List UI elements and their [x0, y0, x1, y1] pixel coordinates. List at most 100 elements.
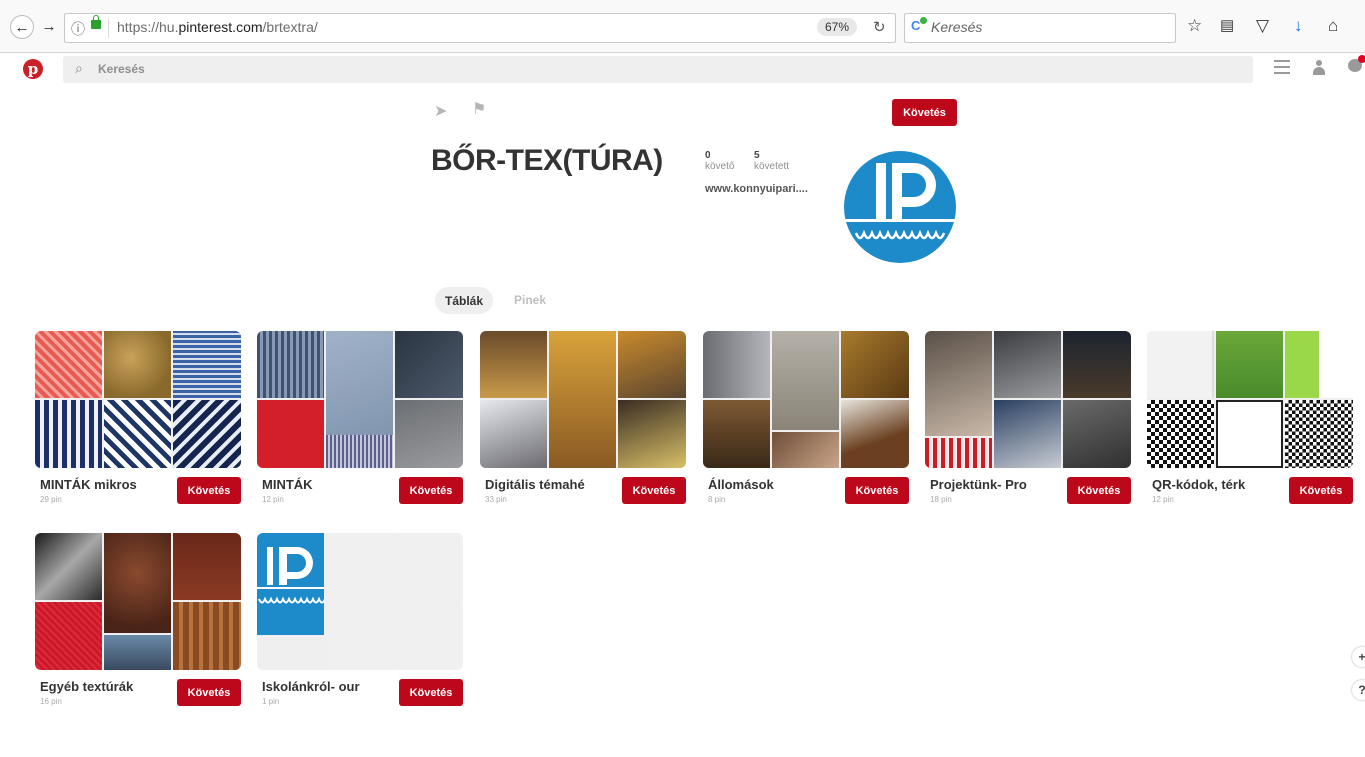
cover-image — [480, 400, 547, 468]
zoom-level-badge[interactable]: 67% — [817, 18, 858, 36]
cover-image — [841, 400, 909, 468]
cover-image — [1285, 331, 1353, 398]
board-follow-button[interactable]: Követés — [177, 477, 241, 504]
board-card[interactable]: QR-kódok, térk 12 pin Követés — [1147, 331, 1353, 511]
cover-image — [257, 400, 324, 468]
add-pin-button[interactable]: + — [1352, 647, 1365, 667]
home-icon[interactable]: ⌂ — [1328, 16, 1338, 36]
board-title[interactable]: QR-kódok, térk — [1152, 477, 1280, 492]
board-title[interactable]: Iskolánkról- our — [262, 679, 390, 694]
board-follow-button[interactable]: Követés — [1289, 477, 1353, 504]
board-pin-count: 33 pin — [485, 495, 507, 504]
info-icon[interactable]: ⓘ — [71, 19, 85, 39]
pinterest-header: p ⌕ Keresés — [0, 53, 1365, 85]
profile-website-link[interactable]: www.konnyuipari.... — [705, 183, 808, 195]
address-bar[interactable]: ⓘ https://hu.pinterest.com/brtextra/ 67%… — [64, 13, 896, 43]
pocket-icon[interactable]: ▽ — [1256, 16, 1269, 36]
tab-pins[interactable]: Pinek — [514, 293, 546, 307]
cover-image — [618, 331, 686, 398]
board-cover[interactable] — [480, 331, 686, 468]
board-cover[interactable] — [35, 533, 241, 670]
board-follow-button[interactable]: Követés — [622, 477, 686, 504]
board-cover[interactable] — [257, 533, 463, 670]
board-pin-count: 29 pin — [40, 495, 62, 504]
board-pin-count: 16 pin — [40, 697, 62, 706]
cover-image — [772, 432, 839, 468]
board-title[interactable]: Projektünk- Pro — [930, 477, 1058, 492]
board-cover[interactable] — [703, 331, 909, 468]
following-label: követett — [754, 161, 790, 172]
download-icon[interactable]: ↓ — [1294, 16, 1303, 36]
cover-image — [1063, 400, 1131, 468]
lock-icon[interactable] — [91, 15, 101, 29]
forward-arrow-icon[interactable]: → — [38, 15, 60, 37]
cover-image — [703, 400, 770, 468]
cover-image — [104, 635, 171, 670]
board-pin-count: 12 pin — [262, 495, 284, 504]
board-card[interactable]: Állomások 8 pin Követés — [703, 331, 909, 511]
pinterest-search-placeholder: Keresés — [98, 62, 145, 76]
board-follow-button[interactable]: Követés — [1067, 477, 1131, 504]
board-title[interactable]: MINTÁK — [262, 477, 390, 492]
board-title[interactable]: Digitális témahé — [485, 477, 613, 492]
browser-toolbar: ← → ⓘ https://hu.pinterest.com/brtextra/… — [0, 0, 1365, 53]
notification-dot — [1358, 55, 1365, 63]
url-text[interactable]: https://hu.pinterest.com/brtextra/ — [117, 19, 318, 35]
cover-placeholder — [395, 602, 463, 670]
search-engine-icon[interactable]: C — [911, 17, 928, 33]
menu-icon[interactable] — [1274, 60, 1290, 78]
board-cover[interactable] — [1147, 331, 1353, 468]
board-follow-button[interactable]: Követés — [177, 679, 241, 706]
back-arrow-icon[interactable]: ← — [10, 15, 34, 39]
cover-placeholder — [326, 602, 393, 670]
pinterest-search-input[interactable]: ⌕ Keresés — [63, 56, 1253, 83]
help-button[interactable]: ? — [1352, 680, 1365, 700]
cover-image — [549, 331, 616, 468]
board-card[interactable]: MINTÁK mikros 29 pin Követés — [35, 331, 241, 511]
cover-image — [35, 602, 102, 670]
board-title[interactable]: MINTÁK mikros — [40, 477, 168, 492]
followers-label: követő — [705, 161, 735, 172]
avatar[interactable] — [842, 149, 958, 265]
board-cover[interactable] — [925, 331, 1131, 468]
send-icon[interactable]: ➤ — [434, 101, 447, 121]
board-card[interactable]: Projektünk- Pro 18 pin Követés — [925, 331, 1131, 511]
cover-image — [1285, 400, 1353, 468]
profile-follow-button[interactable]: Követés — [892, 99, 957, 126]
user-icon[interactable] — [1312, 60, 1326, 76]
reload-icon[interactable]: ↻ — [873, 18, 886, 36]
board-card[interactable]: Iskolánkról- our 1 pin Követés — [257, 533, 463, 713]
reading-list-icon[interactable]: ▤ — [1220, 16, 1234, 34]
board-follow-button[interactable]: Követés — [399, 477, 463, 504]
cover-image — [1216, 400, 1283, 468]
browser-search-bar[interactable]: C Keresés — [904, 13, 1176, 43]
cover-image — [772, 331, 839, 430]
board-card[interactable]: Egyéb textúrák 16 pin Követés — [35, 533, 241, 713]
board-card[interactable]: MINTÁK 12 pin Követés — [257, 331, 463, 511]
browser-search-placeholder: Keresés — [931, 19, 983, 35]
flag-icon[interactable]: ⚑ — [472, 99, 486, 119]
board-title[interactable]: Egyéb textúrák — [40, 679, 168, 694]
pinterest-logo-icon[interactable]: p — [23, 59, 43, 79]
board-follow-button[interactable]: Követés — [399, 679, 463, 706]
board-cover[interactable] — [257, 331, 463, 468]
cover-image — [326, 435, 393, 468]
following-stat[interactable]: 5 követett — [754, 150, 789, 172]
board-card[interactable]: Digitális témahé 33 pin Követés — [480, 331, 686, 511]
search-icon: ⌕ — [75, 60, 83, 76]
board-cover[interactable] — [35, 331, 241, 468]
cover-image — [173, 602, 241, 670]
cover-image — [257, 331, 324, 398]
profile-name: BŐR-TEX(TÚRA) — [431, 144, 663, 177]
followers-stat[interactable]: 0 követő — [705, 150, 734, 172]
board-title[interactable]: Állomások — [708, 477, 836, 492]
tab-boards[interactable]: Táblák — [435, 287, 493, 314]
board-pin-count: 18 pin — [930, 495, 952, 504]
cover-image — [480, 331, 547, 398]
board-pin-count: 1 pin — [262, 697, 280, 706]
cover-image — [104, 533, 171, 633]
bookmark-star-icon[interactable]: ☆ — [1187, 16, 1202, 36]
board-follow-button[interactable]: Követés — [845, 477, 909, 504]
cover-image — [703, 331, 770, 398]
cover-image — [395, 331, 463, 398]
